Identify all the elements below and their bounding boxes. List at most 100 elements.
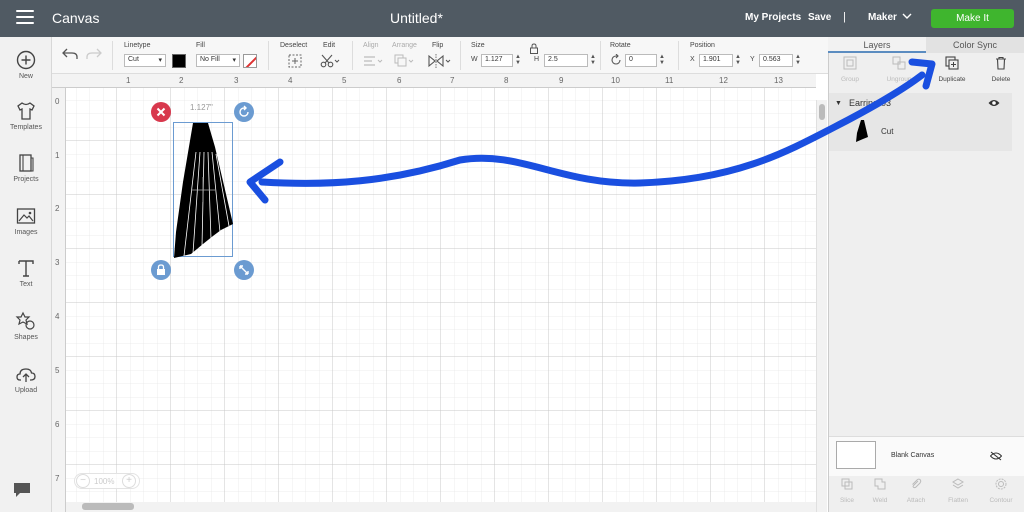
ruler-number: 2: [179, 76, 184, 85]
contour-button[interactable]: Contour: [982, 478, 1020, 504]
make-it-button[interactable]: Make It: [931, 9, 1014, 28]
x-label: X: [690, 56, 695, 63]
trash-icon: [996, 56, 1006, 70]
ungroup-button[interactable]: Ungroup: [877, 56, 921, 83]
delete-handle[interactable]: [151, 102, 171, 122]
arrange-icon[interactable]: [394, 54, 416, 68]
zoom-in-button[interactable]: +: [122, 474, 136, 488]
ruler-number: 12: [719, 76, 728, 85]
y-position-stepper[interactable]: ▲ ▼: [795, 54, 801, 66]
delete-button[interactable]: Delete: [979, 56, 1023, 83]
menu-icon[interactable]: [16, 10, 34, 25]
ruler-number: 1: [126, 76, 131, 85]
lock-handle[interactable]: [151, 260, 171, 280]
projects-button[interactable]: Projects: [0, 152, 52, 183]
canvas-scrollbar-vertical[interactable]: [816, 100, 827, 512]
rotate-input[interactable]: 0: [625, 54, 657, 67]
new-button[interactable]: New: [0, 49, 52, 80]
chevron-down-icon[interactable]: [902, 11, 912, 21]
flip-icon[interactable]: [428, 54, 452, 68]
group-button[interactable]: Group: [828, 56, 872, 83]
save-button[interactable]: Save: [808, 12, 831, 23]
canvas-scrollbar-horizontal[interactable]: [66, 502, 816, 512]
layer-group-name[interactable]: Earring-03: [849, 98, 891, 108]
ruler-number: 7: [55, 474, 60, 483]
scissors-icon[interactable]: [320, 54, 340, 68]
zoom-level: 100%: [94, 477, 115, 486]
edit-toolbar: Linetype Cut ▾ Fill No Fill ▾ Deselect Edi…: [52, 37, 828, 74]
upload-button[interactable]: Upload: [0, 363, 52, 394]
my-projects-link[interactable]: My Projects: [745, 12, 801, 23]
ungroup-icon: [892, 56, 906, 70]
zoom-out-button[interactable]: −: [76, 474, 90, 488]
layer-tool-label: Ungroup: [886, 76, 912, 83]
tool-label: Projects: [13, 176, 39, 183]
layer-item-label[interactable]: Cut: [881, 127, 893, 136]
tab-color-sync[interactable]: Color Sync: [926, 37, 1024, 53]
x-position-stepper[interactable]: ▲ ▼: [735, 54, 741, 66]
shirt-icon: [17, 102, 35, 120]
align-label: Align: [363, 42, 379, 49]
ruler-left: 0 1 2 3 4 5 6 7: [52, 88, 66, 512]
machine-select[interactable]: Maker: [868, 12, 897, 23]
fill-color-swatch[interactable]: [243, 54, 257, 68]
rotate-handle[interactable]: [234, 102, 254, 122]
x-position-input[interactable]: 1.901: [699, 54, 733, 67]
divider: [460, 41, 461, 70]
text-button[interactable]: Text: [0, 257, 52, 288]
duplicate-button[interactable]: Duplicate: [930, 56, 974, 83]
height-stepper[interactable]: ▲ ▼: [590, 54, 596, 66]
bottom-tool-label: Attach: [906, 497, 926, 504]
position-label: Position: [690, 42, 715, 49]
chat-icon[interactable]: [12, 481, 32, 499]
text-icon: [18, 260, 34, 277]
templates-button[interactable]: Templates: [0, 100, 52, 131]
document-title[interactable]: Untitled*: [390, 10, 443, 26]
lock-icon[interactable]: [529, 43, 539, 54]
layer-tool-label: Group: [840, 76, 860, 83]
eye-icon[interactable]: [988, 98, 1000, 108]
align-icon[interactable]: [363, 55, 385, 67]
deselect-icon[interactable]: [288, 54, 302, 68]
ruler-number: 3: [55, 258, 60, 267]
width-input[interactable]: 1.127: [481, 54, 513, 67]
linetype-color-swatch[interactable]: [172, 54, 186, 68]
expand-arrow-icon[interactable]: ▼: [835, 100, 842, 107]
scroll-thumb[interactable]: [82, 503, 134, 510]
earring-shape[interactable]: [173, 122, 234, 258]
duplicate-icon: [945, 56, 959, 70]
ruler-number: 0: [55, 97, 60, 106]
y-position-input[interactable]: 0.563: [759, 54, 793, 67]
undo-icon[interactable]: [62, 47, 78, 61]
resize-icon: [239, 265, 249, 275]
redo-icon[interactable]: [86, 47, 102, 61]
tab-layers[interactable]: Layers: [828, 37, 926, 53]
design-canvas[interactable]: 1 2 3 4 5 6 7 8 9 10 11 12 13 0 1 2 3 4 …: [52, 74, 816, 512]
height-input[interactable]: 2.5: [544, 54, 588, 67]
width-dimension-label: 1.127": [190, 103, 213, 112]
divider: [112, 41, 113, 70]
shapes-button[interactable]: Shapes: [0, 310, 52, 341]
ruler-number: 4: [288, 76, 293, 85]
flip-label: Flip: [432, 42, 444, 49]
width-stepper[interactable]: ▲ ▼: [515, 54, 521, 66]
rotate-stepper[interactable]: ▲ ▼: [659, 54, 665, 66]
tool-label: Templates: [10, 124, 42, 131]
ruler-number: 5: [342, 76, 347, 85]
ruler-top: 1 2 3 4 5 6 7 8 9 10 11 12 13: [52, 74, 816, 88]
linetype-select[interactable]: Cut ▾: [124, 54, 166, 67]
ruler-number: 10: [611, 76, 620, 85]
ruler-number: 6: [397, 76, 402, 85]
images-button[interactable]: Images: [0, 205, 52, 236]
fill-select[interactable]: No Fill ▾: [196, 54, 240, 67]
scroll-thumb[interactable]: [819, 104, 825, 120]
blank-canvas-swatch[interactable]: [836, 441, 876, 469]
attach-button[interactable]: Attach: [897, 478, 935, 504]
paperclip-icon: [912, 478, 922, 489]
tool-label: Upload: [14, 387, 38, 394]
flatten-button[interactable]: Flatten: [939, 478, 977, 504]
fill-value: No Fill: [200, 56, 220, 63]
weld-button[interactable]: Weld: [861, 478, 899, 504]
scale-handle[interactable]: [234, 260, 254, 280]
eye-hidden-icon[interactable]: [990, 451, 1002, 461]
